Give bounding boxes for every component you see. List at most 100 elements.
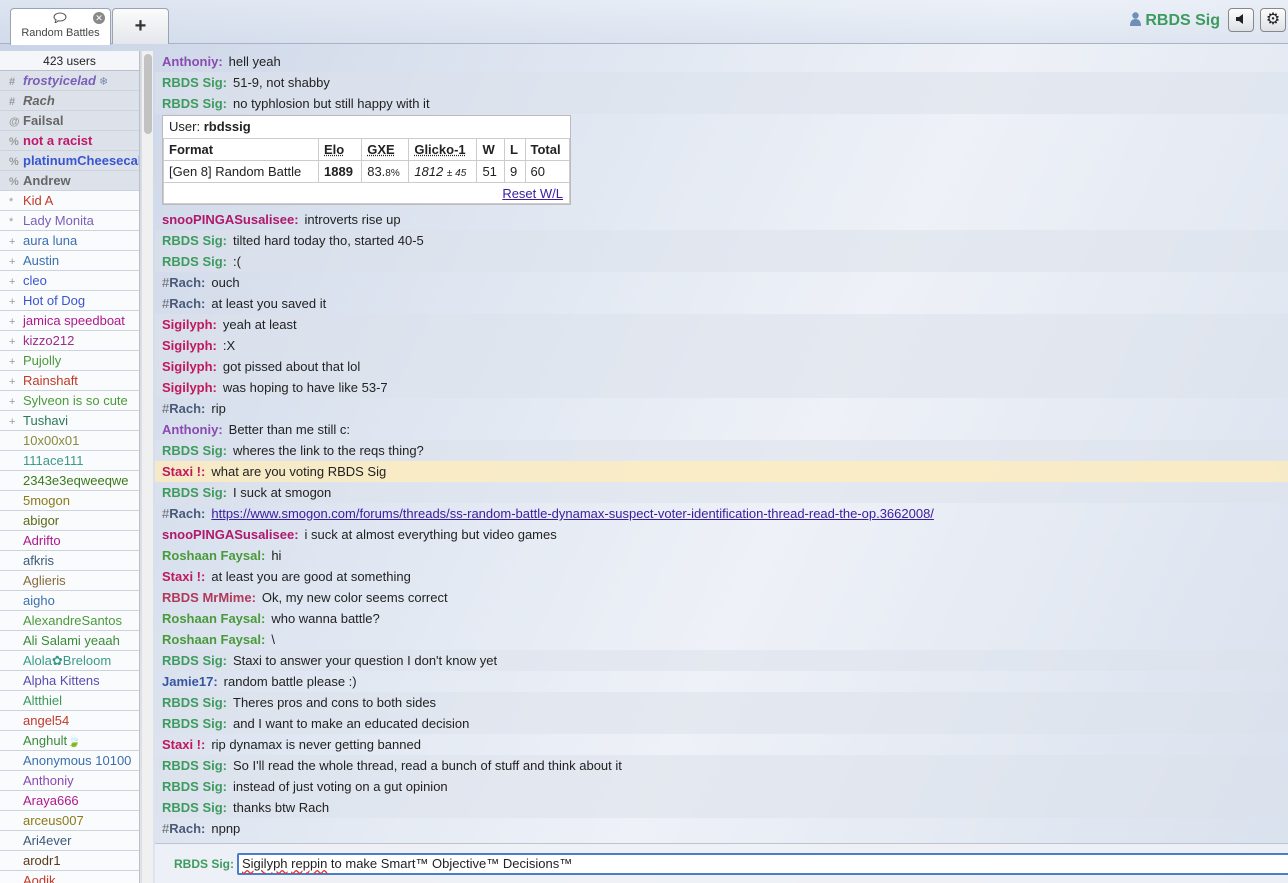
author-name: Rach: [169, 275, 206, 290]
close-icon[interactable]: ✕ [93, 12, 105, 24]
message-author[interactable]: Anthoniy: [162, 54, 223, 69]
userlist-item[interactable]: Altthiel [0, 691, 139, 711]
message-author[interactable]: Sigilyph: [162, 380, 217, 395]
userlist-item[interactable]: Aodik [0, 871, 139, 883]
userlist-item[interactable]: 111ace111 [0, 451, 139, 471]
userlist-item[interactable]: angel54 [0, 711, 139, 731]
userlist-item[interactable]: AlexandreSantos [0, 611, 139, 631]
message-author[interactable]: snooPINGASusalisee: [162, 212, 299, 227]
message-author[interactable]: RBDS Sig: [162, 758, 227, 773]
message-author[interactable]: Staxi !: [162, 569, 205, 584]
userlist-item[interactable]: 2343e3eqweeqwe [0, 471, 139, 491]
author-name: RBDS Sig: [162, 485, 227, 500]
message-author[interactable]: #Rach: [162, 506, 205, 521]
userlist-item[interactable]: % Andrew [0, 171, 139, 191]
userlist-item[interactable]: + cleo [0, 271, 139, 291]
message-text: 51-9, not shabby [233, 75, 330, 90]
message-author[interactable]: Sigilyph: [162, 359, 217, 374]
message-author[interactable]: Sigilyph: [162, 317, 217, 332]
message-author[interactable]: RBDS Sig: [162, 800, 227, 815]
tab-random-battles[interactable]: ✕ Random Battles [10, 8, 111, 45]
message-author[interactable]: #Rach: [162, 275, 205, 290]
userlist-item[interactable]: Ali Salami yeaah [0, 631, 139, 651]
message-author[interactable]: RBDS Sig: [162, 233, 227, 248]
message-author[interactable]: #Rach: [162, 821, 205, 836]
message-author[interactable]: RBDS Sig: [162, 75, 227, 90]
chat-input-label: RBDS Sig: [174, 857, 234, 871]
userlist-item[interactable]: arceus007 [0, 811, 139, 831]
userlist-item[interactable]: 5mogon [0, 491, 139, 511]
user-name: jamica speedboat [23, 313, 125, 328]
userlist-item[interactable]: + kizzo212 [0, 331, 139, 351]
message-link[interactable]: https://www.smogon.com/forums/threads/ss… [211, 506, 934, 521]
userlist-item[interactable]: Aglieris [0, 571, 139, 591]
message-author[interactable]: Roshaan Faysal: [162, 548, 265, 563]
add-tab-button[interactable]: + [112, 8, 169, 44]
userlist-item[interactable]: + jamica speedboat [0, 311, 139, 331]
userlist-item[interactable]: * Kid A [0, 191, 139, 211]
scrollbar-thumb[interactable] [144, 54, 152, 134]
message-author[interactable]: RBDS MrMime: [162, 590, 256, 605]
userlist-item[interactable]: Adrifto [0, 531, 139, 551]
userlist-item[interactable]: + Hot of Dog [0, 291, 139, 311]
message-author[interactable]: Staxi !: [162, 737, 205, 752]
userlist-item[interactable]: # Rach [0, 91, 139, 111]
userlist-item[interactable]: @ Failsal [0, 111, 139, 131]
userlist-item[interactable]: + Austin [0, 251, 139, 271]
ranking-reset-row: Reset W/L [163, 182, 570, 204]
message-author[interactable]: Roshaan Faysal: [162, 632, 265, 647]
message-author[interactable]: Sigilyph: [162, 338, 217, 353]
message-author[interactable]: RBDS Sig: [162, 443, 227, 458]
userlist-scrollbar[interactable] [141, 51, 153, 883]
message-author[interactable]: #Rach: [162, 401, 205, 416]
userlist-item[interactable]: % not a racist [0, 131, 139, 151]
userlist-item[interactable]: abigor [0, 511, 139, 531]
chat-message: #Rach: npnp [155, 818, 1288, 839]
userlist-item[interactable]: arodr1 [0, 851, 139, 871]
message-author[interactable]: snooPINGASusalisee: [162, 527, 299, 542]
user-name: arodr1 [23, 853, 61, 868]
userlist-item[interactable]: afkris [0, 551, 139, 571]
userlist-item[interactable]: + Rainshaft [0, 371, 139, 391]
userlist-item[interactable]: + Pujolly [0, 351, 139, 371]
chat-message: Staxi !: rip dynamax is never getting ban… [155, 734, 1288, 755]
message-author[interactable]: RBDS Sig: [162, 485, 227, 500]
current-user[interactable]: RBDS Sig [1130, 10, 1220, 32]
userlist-item[interactable]: % platinumCheesecake [0, 151, 139, 171]
userlist-item[interactable]: Alola✿Breloom [0, 651, 139, 671]
message-author[interactable]: RBDS Sig: [162, 779, 227, 794]
author-name: Rach: [169, 401, 206, 416]
message-author[interactable]: RBDS Sig: [162, 254, 227, 269]
author-name: Sigilyph: [162, 338, 217, 353]
author-name: Rach: [169, 506, 206, 521]
message-author[interactable]: RBDS Sig: [162, 96, 227, 111]
user-name: Alpha Kittens [23, 673, 100, 688]
userlist-item[interactable]: Anonymous 10100 [0, 751, 139, 771]
message-author[interactable]: Jamie17: [162, 674, 218, 689]
userlist-item[interactable]: * Lady Monita [0, 211, 139, 231]
message-author[interactable]: RBDS Sig: [162, 695, 227, 710]
userlist-item[interactable]: + aura luna [0, 231, 139, 251]
message-author[interactable]: #Rach: [162, 296, 205, 311]
userlist-item[interactable]: + Sylveon is so cute [0, 391, 139, 411]
userlist-item[interactable]: Araya666 [0, 791, 139, 811]
userlist-item[interactable]: aigho [0, 591, 139, 611]
userlist-item[interactable]: Alpha Kittens [0, 671, 139, 691]
chat-input[interactable]: Sigilyph reppin to make Smart™ Objective… [237, 853, 1288, 875]
message-author[interactable]: Staxi !: [162, 464, 205, 479]
chat-message: Jamie17: random battle please :) [155, 671, 1288, 692]
message-author[interactable]: RBDS Sig: [162, 653, 227, 668]
userlist-item[interactable]: # frostyicelad ❄ [0, 71, 139, 91]
userlist-item[interactable]: 10x00x01 [0, 431, 139, 451]
message-author[interactable]: Roshaan Faysal: [162, 611, 265, 626]
userlist-item[interactable]: Anthoniy [0, 771, 139, 791]
userlist-item[interactable]: + Tushavi [0, 411, 139, 431]
sound-button[interactable] [1228, 8, 1254, 32]
message-text: who wanna battle? [271, 611, 380, 626]
userlist-item[interactable]: Ari4ever [0, 831, 139, 851]
reset-wl-link[interactable]: Reset W/L [502, 186, 563, 201]
message-author[interactable]: RBDS Sig: [162, 716, 227, 731]
userlist-item[interactable]: Anghult🍃 [0, 731, 139, 751]
settings-button[interactable]: ⚙ [1260, 8, 1286, 32]
message-author[interactable]: Anthoniy: [162, 422, 223, 437]
